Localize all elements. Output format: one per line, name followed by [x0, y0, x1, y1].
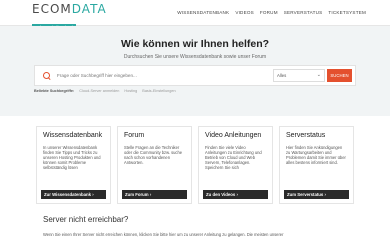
chevron-down-icon: ⌄ [316, 72, 321, 78]
card-videos: Video Anleitungen Finden Sie viele Video… [198, 126, 273, 204]
card-serverstatus: Serverstatus Hier finden Sie Ankündigung… [279, 126, 354, 204]
nav-videos[interactable]: VIDEOS [235, 10, 254, 15]
logo-text-ecom: ECOM [32, 2, 72, 16]
card-title: Serverstatus [286, 132, 326, 139]
server-section-title: Server nicht erreichbar? [43, 215, 129, 224]
card-text: Finden Sie viele Video Anleitungen zu Ei… [205, 145, 262, 170]
card-title: Forum [124, 132, 145, 139]
logo-text-data: DATA [71, 2, 107, 16]
nav-serverstatus[interactable]: SERVERSTATUS [284, 10, 323, 15]
hero-title: Wie können wir Ihnen helfen? [120, 38, 270, 50]
nav-forum[interactable]: FORUM [260, 10, 278, 15]
search-input[interactable] [57, 73, 277, 78]
card-title: Video Anleitungen [205, 132, 262, 139]
videos-button[interactable]: Zu den Videos › [203, 190, 268, 199]
search-bar: Alles ⌄ SUCHEN [34, 65, 356, 86]
search-button[interactable]: SUCHEN [327, 69, 352, 82]
forum-button[interactable]: Zum Forum › [122, 190, 187, 199]
server-section-text: Wenn Sie einen Ihrer Server nicht erreic… [43, 232, 284, 237]
card-title: Wissensdatenbank [43, 132, 103, 139]
tag-link[interactable]: Cloud-Server anmelden [79, 89, 119, 93]
card-text: Hier finden Sie Ankündigungen zu Wartung… [286, 145, 346, 165]
tag-link[interactable]: Hosting [124, 89, 137, 93]
card-forum: Forum Stelle Fragen an die Techniker ode… [117, 126, 192, 204]
category-select-value: Alles [277, 73, 287, 78]
hero-section: Wie können wir Ihnen helfen? Durchsuchen… [0, 26, 390, 116]
card-text: In unserer Wissensdatenbank finden Sie T… [43, 145, 101, 170]
nav-ticketsystem[interactable]: TICKETSYSTEM [328, 10, 366, 15]
popular-tags: Beliebte Suchbegriffe: Cloud-Server anme… [34, 89, 176, 93]
hero-subtitle: Durchsuchen Sie unsere Wissensdatenbank … [123, 54, 267, 60]
nav-wissensdatenbank[interactable]: WISSENSDATENBANK [177, 10, 229, 15]
logo[interactable]: ECOMDATA welcome to the cloud [32, 2, 120, 29]
category-select[interactable]: Alles ⌄ [273, 69, 325, 82]
feature-cards: Wissensdatenbank In unserer Wissensdaten… [36, 126, 354, 204]
card-wissensdatenbank: Wissensdatenbank In unserer Wissensdaten… [36, 126, 111, 204]
tag-link[interactable]: Basis-Einstellungen [142, 89, 175, 93]
card-text: Stelle Fragen an die Techniker oder die … [124, 145, 183, 165]
serverstatus-button[interactable]: Zum Serverstatus › [284, 190, 349, 199]
top-bar: ECOMDATA welcome to the cloud WISSENSDAT… [0, 0, 390, 29]
main-nav: WISSENSDATENBANK VIDEOS FORUM SERVERSTAT… [177, 10, 366, 15]
wissensdatenbank-button[interactable]: Zur Wissensdatenbank › [41, 190, 106, 199]
tags-label: Beliebte Suchbegriffe: [34, 89, 75, 93]
search-icon [41, 70, 53, 82]
